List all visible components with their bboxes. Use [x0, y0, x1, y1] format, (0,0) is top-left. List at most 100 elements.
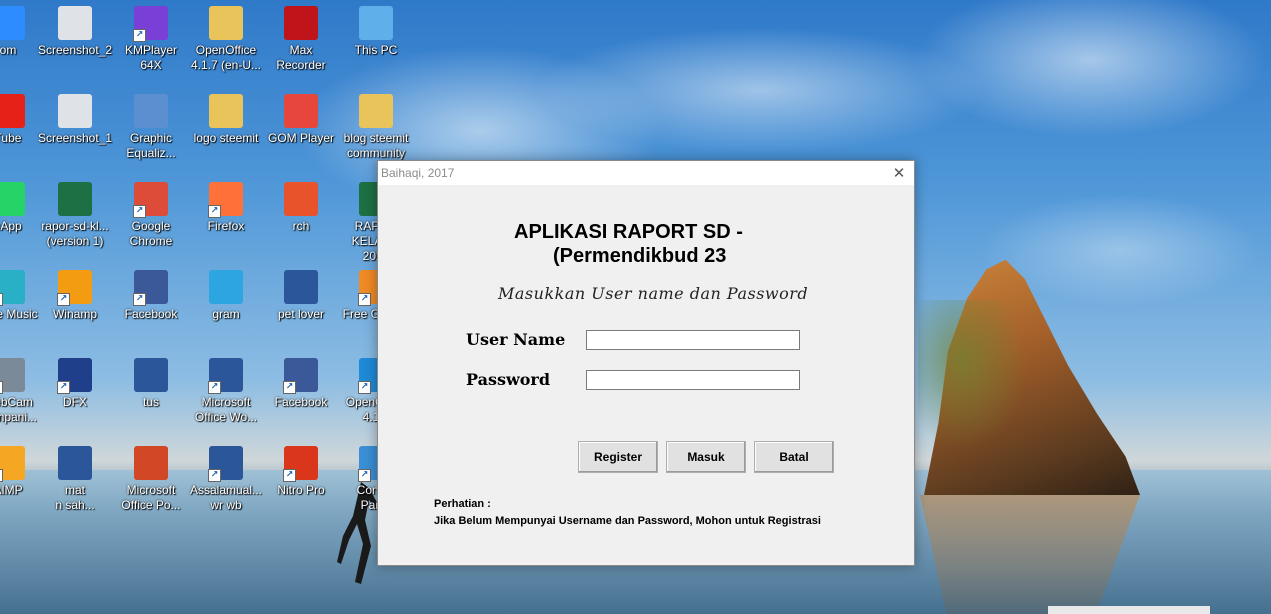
desktop-icon-label: Nitro Pro — [277, 483, 325, 497]
excel-icon — [58, 182, 92, 216]
winamp-icon: ↗ — [57, 270, 92, 306]
desktop-icon-label: Screenshot_2 — [37, 43, 113, 57]
desktop-icon-label: blog steemit community — [343, 131, 409, 160]
music-icon: ↗ — [0, 270, 25, 306]
desktop-icon-label: KMPlayer 64X — [124, 43, 177, 72]
desktop-icon[interactable]: ↗ Nitro Pro — [263, 446, 339, 498]
desktop-icon[interactable]: tus — [113, 358, 189, 410]
password-label: Password — [466, 370, 551, 389]
desktop-icon[interactable]: ↗ Facebook — [113, 270, 189, 322]
document-icon — [134, 358, 168, 392]
desktop-icon[interactable]: ↗ Microsoft Office Wo... — [188, 358, 264, 425]
shortcut-arrow-icon: ↗ — [283, 381, 296, 394]
masuk-button[interactable]: Masuk — [666, 441, 746, 473]
desktop-icon-label: DFX — [63, 395, 87, 409]
desktop-icon-label: Screenshot_1 — [37, 131, 113, 145]
desktop-icon[interactable]: Graphic Equaliz... — [113, 94, 189, 161]
shortcut-arrow-icon: ↗ — [57, 293, 70, 306]
register-button[interactable]: Register — [578, 441, 658, 473]
desktop-icon-label: rch — [292, 219, 310, 233]
desktop-icon[interactable]: Microsoft Office Po... — [113, 446, 189, 513]
desktop-icon[interactable]: Max Recorder — [263, 6, 339, 73]
folder-icon — [209, 6, 243, 40]
kmplayer-icon: ↗ — [133, 6, 168, 42]
batal-button[interactable]: Batal — [754, 441, 834, 473]
desktop-icon[interactable]: rapor-sd-kl... (version 1) — [37, 182, 113, 249]
facebook-icon: ↗ — [283, 358, 318, 394]
login-window[interactable]: Baihaqi, 2017 ✕ APLIKASI RAPORT SD - (Pe… — [377, 160, 915, 566]
desktop-icon-label: This PC — [354, 43, 398, 57]
desktop-icon-label: Microsoft Office Po... — [121, 483, 181, 512]
screenshot-icon — [58, 6, 92, 40]
shortcut-arrow-icon: ↗ — [0, 381, 3, 394]
desktop-icon-label: rapor-sd-kl... (version 1) — [41, 219, 109, 248]
desktop-icon[interactable]: ↗ DFX — [37, 358, 113, 410]
desktop-icon[interactable]: ↗ Firefox — [188, 182, 264, 234]
facebook-icon: ↗ — [133, 270, 168, 306]
powerpoint-icon — [134, 446, 168, 480]
desktop-icon-label: Google Chrome — [129, 219, 173, 248]
desktop-icon-label: Max Recorder — [276, 43, 326, 72]
shortcut-arrow-icon: ↗ — [358, 381, 371, 394]
desktop-icon[interactable]: Screenshot_2 — [37, 6, 113, 58]
close-icon[interactable]: ✕ — [884, 161, 914, 185]
word-icon: ↗ — [208, 358, 243, 394]
username-input[interactable] — [586, 330, 800, 350]
desktop-icon[interactable]: gram — [188, 270, 264, 322]
desktop-icon[interactable]: ↗ KMPlayer 64X — [113, 6, 189, 73]
password-input[interactable] — [586, 370, 800, 390]
nitro-icon: ↗ — [283, 446, 318, 482]
desktop-icon[interactable]: rch — [263, 182, 339, 234]
folder-icon — [359, 94, 393, 128]
desktop-icon-label: Facebook — [124, 307, 178, 321]
desktop-icon-label: GOM Player — [267, 131, 334, 145]
desktop-icon[interactable]: Screenshot_1 — [37, 94, 113, 146]
shortcut-arrow-icon: ↗ — [283, 469, 296, 482]
login-instruction: Masukkan User name dan Password — [498, 284, 809, 303]
shortcut-arrow-icon: ↗ — [133, 29, 146, 42]
desktop-icon-label: Microsoft Office Wo... — [194, 395, 258, 424]
window-titlebar[interactable]: Baihaqi, 2017 ✕ — [378, 161, 914, 185]
wallpaper-rock-moss — [918, 300, 1028, 450]
desktop-icon[interactable]: ↗ Google Chrome — [113, 182, 189, 249]
desktop-icon-label: Facebook — [274, 395, 328, 409]
desktop-icon[interactable]: This PC — [338, 6, 414, 58]
desktop-icon[interactable]: pet lover — [263, 270, 339, 322]
word-icon: ↗ — [208, 446, 243, 482]
desktop-icon-label: Firefox — [207, 219, 245, 233]
shortcut-arrow-icon: ↗ — [208, 469, 221, 482]
equalizer-icon — [134, 94, 168, 128]
dfx-icon: ↗ — [57, 358, 92, 394]
desktop-icon-label: mat n sah... — [55, 483, 95, 512]
desktop-icon[interactable]: OpenOffice 4.1.7 (en-U... — [188, 6, 264, 73]
desktop-icon[interactable]: logo steemit — [188, 94, 264, 146]
chrome-icon: ↗ — [133, 182, 168, 218]
desktop-icon[interactable]: ↗ Winamp — [37, 270, 113, 322]
desktop-icon-label: tus — [142, 395, 159, 409]
shortcut-arrow-icon: ↗ — [0, 469, 3, 482]
aimp-icon: ↗ — [0, 446, 25, 482]
telegram-icon — [209, 270, 243, 304]
window-title: Baihaqi, 2017 — [381, 166, 455, 180]
document-icon — [58, 446, 92, 480]
desktop-icon-label: gram — [212, 307, 240, 321]
desktop-icon-label: pet lover — [277, 307, 325, 321]
desktop-icon[interactable]: ↗ Assalamual... wr wb — [188, 446, 264, 513]
desktop-icon[interactable]: GOM Player — [263, 94, 339, 146]
word-icon — [284, 270, 318, 304]
shortcut-arrow-icon: ↗ — [358, 469, 371, 482]
desktop-icon-label: Winamp — [52, 307, 97, 321]
shortcut-arrow-icon: ↗ — [57, 381, 70, 394]
webcam-icon: ↗ — [0, 358, 25, 394]
desktop-icon-label: Assalamual... wr wb — [189, 483, 263, 512]
shortcut-arrow-icon: ↗ — [358, 293, 371, 306]
desktop-icon-label: logo steemit — [193, 131, 259, 145]
youtube-icon — [0, 94, 25, 128]
shortcut-arrow-icon: ↗ — [208, 381, 221, 394]
desktop-icon[interactable]: mat n sah... — [37, 446, 113, 513]
search-app-icon — [284, 182, 318, 216]
desktop-icon[interactable]: ↗ Facebook — [263, 358, 339, 410]
whatsapp-icon — [0, 182, 25, 216]
shortcut-arrow-icon: ↗ — [133, 293, 146, 306]
desktop-icon[interactable]: blog steemit community — [338, 94, 414, 161]
